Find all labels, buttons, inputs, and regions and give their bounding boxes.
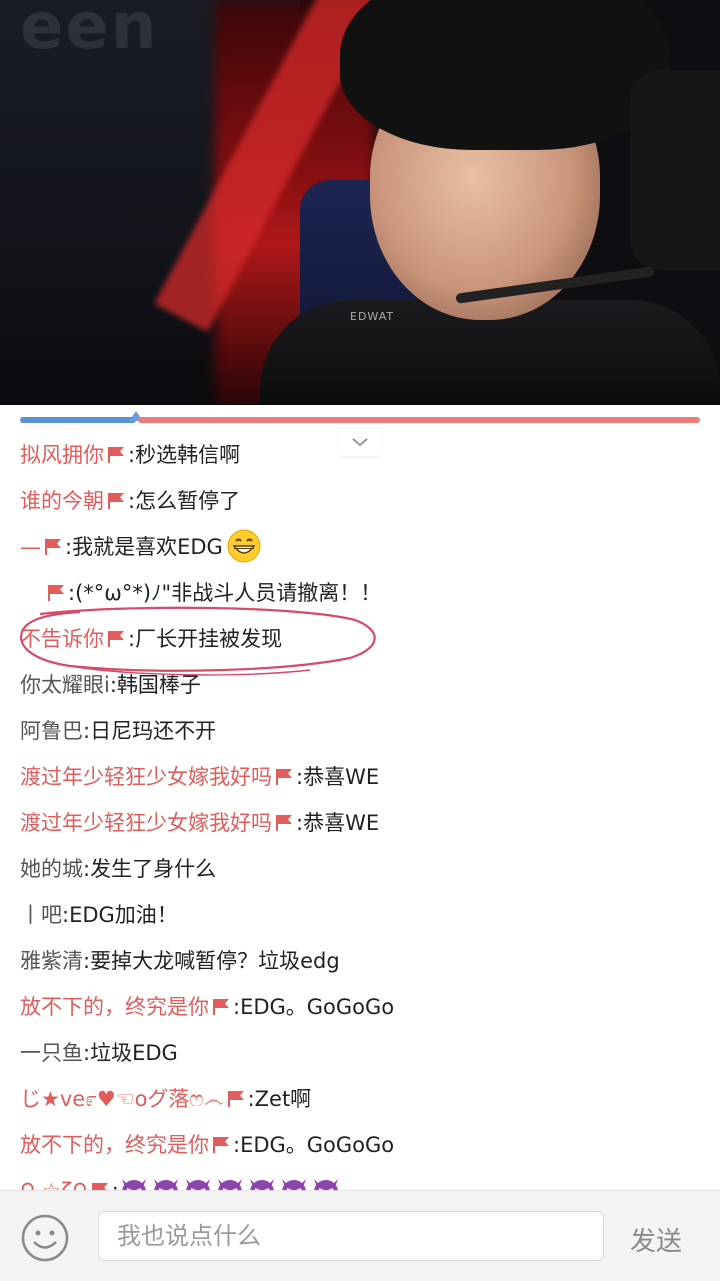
chat-nickname[interactable]: 拟风拥你 — [20, 443, 104, 467]
chat-input-bar: 我也说点什么 发送 — [0, 1190, 720, 1281]
chat-nickname[interactable]: 阿鲁巴 — [20, 719, 83, 743]
chat-message: 她的城:发生了身什么 — [20, 846, 216, 892]
chat-message: 一只鱼:垃圾EDG — [20, 1030, 178, 1076]
chat-text: :EDG加油！ — [62, 903, 178, 927]
video-player[interactable]: een EDWAT — [0, 0, 720, 405]
chat-nickname[interactable]: 丨吧 — [20, 903, 62, 927]
chat-text: : — [112, 1179, 119, 1190]
chat-message: 你太耀眼i:韩国棒子 — [20, 662, 201, 708]
chat-text: :恭喜WE — [296, 765, 380, 789]
progress-played — [20, 417, 136, 423]
flag-icon — [213, 1137, 229, 1153]
chat-text: :我就是喜欢EDG — [65, 535, 223, 559]
chat-text: :垃圾EDG — [83, 1041, 178, 1065]
chat-message: ♀ ☆ζ♀: — [20, 1168, 343, 1190]
chat-nickname[interactable]: 你太耀眼i — [20, 673, 110, 697]
chat-message: じ★ve೯♥☜oグ落ෆ෴ :Zet啊 — [20, 1076, 311, 1122]
video-progress-bar[interactable] — [20, 411, 700, 423]
video-shirt-text: EDWAT — [350, 310, 395, 323]
chat-nickname[interactable]: — — [20, 535, 41, 559]
chat-message: 不告诉你 :厂长开挂被发现 — [20, 616, 282, 662]
chat-nickname[interactable]: ♀ ☆ζ♀ — [20, 1179, 88, 1190]
video-player-hair — [340, 0, 670, 150]
video-headset — [630, 70, 720, 270]
devil-face-icon — [121, 1179, 146, 1190]
chat-message: 渡过年少轻狂少女嫁我好吗 :恭喜WE — [20, 754, 379, 800]
devil-face-icon — [217, 1179, 242, 1190]
flag-icon — [48, 585, 64, 601]
flag-icon — [213, 999, 229, 1015]
chat-message: 放不下的，终究是你 :EDG。GoGoGo — [20, 984, 394, 1030]
chat-text: :(*°ω°*)ﾉ"非战斗人员请撤离！！ — [68, 581, 382, 605]
chat-text: :发生了身什么 — [83, 857, 217, 881]
flag-icon — [108, 447, 124, 463]
chat-text: :EDG。GoGoGo — [233, 1133, 395, 1157]
devil-face-icon — [313, 1179, 338, 1190]
devil-face-icon — [281, 1179, 306, 1190]
progress-remaining — [138, 417, 700, 423]
chat-message: 雅紫清:要掉大龙喊暂停？垃圾edg — [20, 938, 340, 984]
chat-text: :日尼玛还不开 — [83, 719, 217, 743]
flag-icon — [227, 1091, 244, 1107]
video-backdrop-text: een — [20, 0, 159, 64]
chat-message: 丨吧:EDG加油！ — [20, 892, 178, 938]
chat-message: 阿鲁巴:日尼玛还不开 — [20, 708, 216, 754]
chat-message: :(*°ω°*)ﾉ"非战斗人员请撤离！！ — [44, 570, 381, 616]
flag-icon — [108, 493, 124, 509]
flag-icon — [108, 631, 124, 647]
chat-nickname[interactable]: 放不下的，终究是你 — [20, 995, 209, 1019]
flag-icon — [276, 815, 292, 831]
chat-text: :秒选韩信啊 — [128, 443, 241, 467]
chat-nickname[interactable]: じ★ve೯♥☜oグ落ෆ෴ — [20, 1087, 224, 1111]
chat-message: 渡过年少轻狂少女嫁我好吗 :恭喜WE — [20, 800, 379, 846]
flag-icon — [91, 1183, 108, 1190]
flag-icon — [276, 769, 292, 785]
grinning-face-icon — [227, 529, 261, 563]
chat-text: :Zet啊 — [247, 1087, 312, 1111]
chat-text: :韩国棒子 — [109, 673, 201, 697]
chat-nickname[interactable]: 放不下的，终究是你 — [20, 1133, 209, 1157]
chat-nickname[interactable]: 雅紫清 — [20, 949, 83, 973]
devil-face-icon — [153, 1179, 178, 1190]
chat-message: 放不下的，终究是你 :EDG。GoGoGo — [20, 1122, 394, 1168]
chat-text: :要掉大龙喊暂停？垃圾edg — [83, 949, 340, 973]
devil-face-icon — [185, 1179, 210, 1190]
chat-text: :EDG。GoGoGo — [233, 995, 395, 1019]
smiley-icon[interactable] — [20, 1213, 70, 1263]
chat-text: :恭喜WE — [296, 811, 380, 835]
chat-list[interactable]: 拟风拥你 :秒选韩信啊 谁的今朝 :怎么暂停了 — :我就是喜欢EDG :(*°ω°*)ﾉ"… — [0, 432, 720, 1190]
chat-message: — :我就是喜欢EDG — [20, 524, 261, 570]
chat-nickname[interactable]: 渡过年少轻狂少女嫁我好吗 — [20, 811, 272, 835]
chat-nickname[interactable]: 渡过年少轻狂少女嫁我好吗 — [20, 765, 272, 789]
devil-face-icon — [249, 1179, 274, 1190]
chat-nickname[interactable]: 谁的今朝 — [20, 489, 104, 513]
chat-nickname[interactable]: 不告诉你 — [20, 627, 104, 651]
chat-text: :厂长开挂被发现 — [128, 627, 283, 651]
chat-nickname[interactable]: 一只鱼 — [20, 1041, 83, 1065]
chat-message: 拟风拥你 :秒选韩信啊 — [20, 432, 240, 478]
chat-input[interactable]: 我也说点什么 — [98, 1211, 604, 1261]
chat-message: 谁的今朝 :怎么暂停了 — [20, 478, 240, 524]
send-button[interactable]: 发送 — [630, 1221, 682, 1258]
chat-nickname[interactable]: 她的城 — [20, 857, 83, 881]
chat-text: :怎么暂停了 — [128, 489, 241, 513]
flag-icon — [45, 539, 61, 555]
